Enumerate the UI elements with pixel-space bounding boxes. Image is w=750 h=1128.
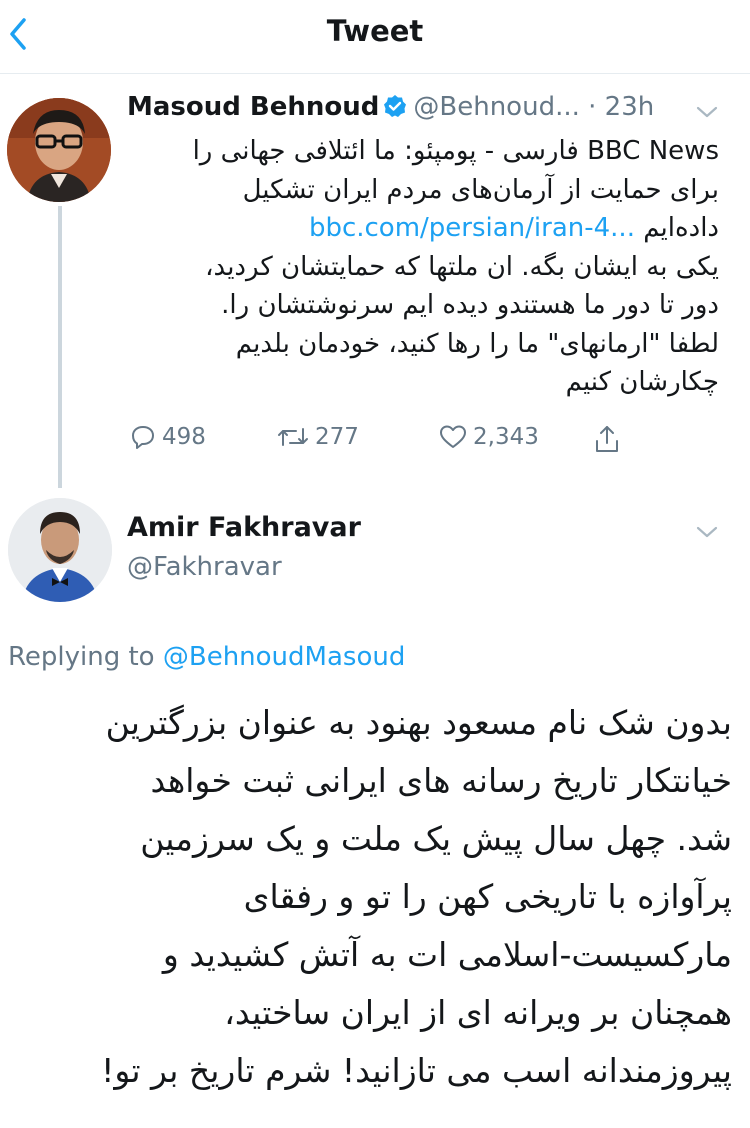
chevron-down-icon xyxy=(696,106,718,118)
heart-icon xyxy=(440,425,466,448)
author-name[interactable]: Masoud Behnoud xyxy=(127,92,379,122)
reply-text-line: مارکسیست-اسلامی ات به آتش کشیدید و xyxy=(162,935,732,974)
top-bar: Tweet xyxy=(0,0,750,74)
reply-author-name[interactable]: Amir Fakhravar xyxy=(127,512,361,543)
tweet-author-row: Masoud Behnoud @Behnoud... · 23h xyxy=(127,92,727,132)
tweet-text-line: لطفا "ارمانهای" ما را رها کنید، خودمان ب… xyxy=(235,328,719,359)
tweet-text-line: برای حمایت از آرمان‌های مردم ایران تشکیل xyxy=(242,174,719,205)
reply-text-line: پیروزمندانه اسب می تازانید! شرم تاریخ بر… xyxy=(101,1051,732,1090)
reply-menu-button[interactable] xyxy=(693,522,721,542)
page-title: Tweet xyxy=(326,14,424,48)
avatar-amir-fakhravar[interactable] xyxy=(8,498,112,602)
retweet-icon xyxy=(278,428,308,446)
retweet-count: 277 xyxy=(315,424,359,450)
tweet-actions: 498 277 2,343 xyxy=(127,420,727,460)
reply-text-line: بدون شک نام مسعود بهنود به عنوان بزرگتری… xyxy=(105,703,732,742)
reply-button[interactable]: 498 xyxy=(130,424,206,450)
tweet-text-segment: داده‌ایم xyxy=(643,213,719,243)
thread-connector xyxy=(58,206,62,488)
avatar-masoud-behnoud[interactable] xyxy=(7,98,111,202)
tweet-text-line: چکارشان کنیم xyxy=(565,367,719,397)
share-button[interactable] xyxy=(593,424,621,454)
reply-text-line: پرآوازه با تاریخی کهن را تو و رفقای xyxy=(243,877,732,916)
tweet-text-line: BBC News فارسی - پومپئو: ما ائتلافی جهان… xyxy=(192,136,719,166)
tweet-text-line: دور تا دور ما هستندو دیده ایم سرنوشتشان … xyxy=(221,290,719,320)
reply-text-line: همچنان بر ویرانه ای از ایران ساختید، xyxy=(224,993,732,1032)
reply-author-handle[interactable]: @Fakhravar xyxy=(127,552,282,582)
retweet-button[interactable]: 277 xyxy=(277,424,359,450)
reply-text: بدون شک نام مسعود بهنود به عنوان بزرگتری… xyxy=(20,694,732,1100)
tweet-link[interactable]: bbc.com/persian/iran-4... xyxy=(309,213,635,243)
verified-badge-icon xyxy=(383,94,407,125)
tweet-menu-button[interactable] xyxy=(693,102,721,122)
replying-to-label: Replying to xyxy=(8,642,155,672)
tweet-text-line: یکی به ایشان بگه. ان ملتها که حمایتشان ک… xyxy=(205,251,719,282)
tweet-text-line: داده‌ایم bbc.com/persian/iran-4... xyxy=(127,209,719,248)
tweet-time: · 23h xyxy=(588,92,655,122)
replying-to: Replying to @BehnoudMasoud xyxy=(8,642,405,672)
like-button[interactable]: 2,343 xyxy=(439,424,539,450)
reply-text-line: شد. چهل سال پیش یک ملت و یک سرزمین xyxy=(140,819,732,858)
replying-to-mention[interactable]: @BehnoudMasoud xyxy=(163,642,405,672)
reply-text-line: خیانتکار تاریخ رسانه های ایرانی ثبت خواه… xyxy=(150,761,732,800)
tweet-text: BBC News فارسی - پومپئو: ما ائتلافی جهان… xyxy=(127,132,719,402)
reply-icon xyxy=(132,426,154,449)
share-icon xyxy=(596,426,618,452)
reply-count: 498 xyxy=(162,424,206,450)
like-count: 2,343 xyxy=(473,424,539,450)
author-handle[interactable]: @Behnoud... xyxy=(413,92,579,122)
chevron-down-icon xyxy=(696,526,718,538)
